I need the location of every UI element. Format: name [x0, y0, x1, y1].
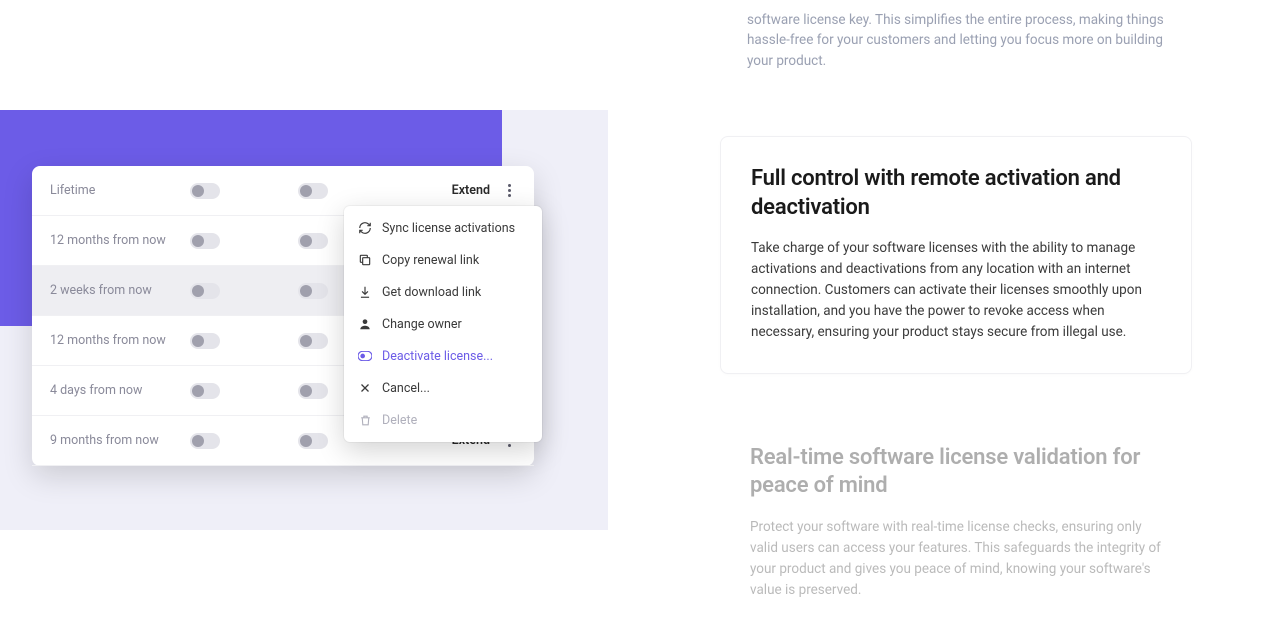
license-duration-label: 4 days from now	[50, 383, 190, 398]
user-icon	[358, 317, 372, 331]
toggle-switch[interactable]	[190, 333, 220, 349]
extend-button[interactable]: Extend	[452, 183, 490, 198]
toggle-switch[interactable]	[298, 383, 328, 399]
more-options-icon[interactable]	[502, 184, 516, 197]
menu-item-label: Deactivate license...	[382, 349, 493, 364]
toggle-switch[interactable]	[190, 233, 220, 249]
feature-card-realtime-validation: Real-time software license validation fo…	[720, 444, 1192, 601]
license-duration-label: 2 weeks from now	[50, 283, 190, 298]
toggle-switch[interactable]	[298, 333, 328, 349]
menu-item-label: Sync license activations	[382, 221, 515, 236]
sync-icon	[358, 221, 372, 235]
toggle-switch[interactable]	[298, 183, 328, 199]
feature-body: Take charge of your software licenses wi…	[751, 238, 1161, 343]
license-duration-label: 9 months from now	[50, 433, 190, 448]
toggle-icon	[358, 349, 372, 363]
toggle-switch[interactable]	[298, 233, 328, 249]
menu-sync-activations[interactable]: Sync license activations	[344, 212, 542, 244]
menu-item-label: Change owner	[382, 317, 462, 332]
toggle-switch[interactable]	[190, 283, 220, 299]
license-duration-label: 12 months from now	[50, 333, 190, 348]
menu-cancel[interactable]: Cancel...	[344, 372, 542, 404]
toggle-switch[interactable]	[298, 283, 328, 299]
copy-icon	[358, 253, 372, 267]
feature-title: Full control with remote activation and …	[751, 165, 1161, 222]
toggle-switch[interactable]	[190, 433, 220, 449]
menu-item-label: Cancel...	[382, 381, 430, 396]
menu-change-owner[interactable]: Change owner	[344, 308, 542, 340]
menu-download-link[interactable]: Get download link	[344, 276, 542, 308]
illustration-background: Lifetime Extend 12 months from now 2 wee…	[0, 110, 608, 530]
menu-item-label: Delete	[382, 413, 417, 428]
intro-paragraph-fragment: software license key. This simplifies th…	[747, 10, 1167, 71]
menu-delete[interactable]: Delete	[344, 404, 542, 436]
toggle-switch[interactable]	[190, 383, 220, 399]
license-duration-label: Lifetime	[50, 183, 190, 198]
close-icon	[358, 381, 372, 395]
license-list-card: Lifetime Extend 12 months from now 2 wee…	[32, 166, 534, 466]
download-icon	[358, 285, 372, 299]
menu-item-label: Get download link	[382, 285, 481, 300]
menu-copy-renewal[interactable]: Copy renewal link	[344, 244, 542, 276]
feature-title: Real-time software license validation fo…	[750, 444, 1162, 501]
toggle-switch[interactable]	[298, 433, 328, 449]
menu-item-label: Copy renewal link	[382, 253, 479, 268]
feature-descriptions: Full control with remote activation and …	[720, 136, 1192, 601]
feature-body: Protect your software with real-time lic…	[750, 517, 1162, 601]
menu-deactivate-license[interactable]: Deactivate license...	[344, 340, 542, 372]
license-duration-label: 12 months from now	[50, 233, 190, 248]
context-menu: Sync license activations Copy renewal li…	[344, 206, 542, 442]
toggle-switch[interactable]	[190, 183, 220, 199]
feature-card-remote-activation: Full control with remote activation and …	[720, 136, 1192, 374]
trash-icon	[358, 413, 372, 427]
